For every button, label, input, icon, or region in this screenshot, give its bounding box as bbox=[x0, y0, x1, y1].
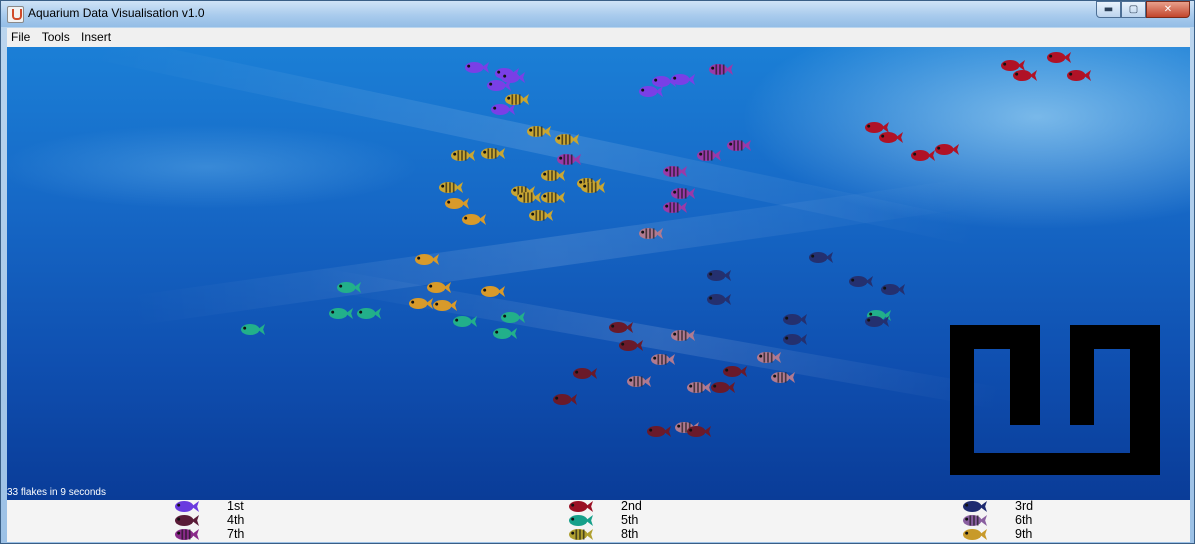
fish-icon bbox=[357, 307, 381, 320]
legend-label: 6th bbox=[1015, 513, 1033, 527]
legend-label: 3rd bbox=[1015, 499, 1034, 513]
fish-icon bbox=[451, 149, 475, 162]
fish-icon bbox=[1067, 69, 1091, 82]
legend-label: 5th bbox=[621, 513, 639, 527]
fish-icon bbox=[487, 79, 511, 92]
fish-icon bbox=[493, 327, 517, 340]
fish-icon bbox=[557, 153, 581, 166]
maximize-button[interactable]: ▢ bbox=[1121, 1, 1146, 18]
fish-icon bbox=[465, 61, 489, 74]
fish-icon bbox=[651, 353, 675, 366]
fish-icon bbox=[569, 500, 593, 513]
status-text: 33 flakes in 9 seconds bbox=[7, 487, 106, 498]
fish-icon bbox=[462, 213, 486, 226]
square-spiral-logo bbox=[950, 325, 1160, 475]
fish-icon bbox=[709, 63, 733, 76]
fish-icon bbox=[175, 500, 199, 513]
fish-icon bbox=[445, 197, 469, 210]
legend-label: 7th bbox=[227, 527, 245, 541]
fish-icon bbox=[671, 187, 695, 200]
window-title: Aquarium Data Visualisation v1.0 bbox=[28, 6, 205, 20]
fish-icon bbox=[573, 367, 597, 380]
fish-icon bbox=[935, 143, 959, 156]
fish-icon bbox=[711, 381, 735, 394]
fish-icon bbox=[963, 514, 987, 527]
fish-icon bbox=[541, 191, 565, 204]
fish-icon bbox=[723, 365, 747, 378]
fish-icon bbox=[963, 500, 987, 513]
fish-icon bbox=[865, 315, 889, 328]
fish-icon bbox=[409, 297, 433, 310]
title-bar[interactable]: Aquarium Data Visualisation v1.0 ▬ ▢ ✕ bbox=[1, 1, 1194, 27]
fish-icon bbox=[627, 375, 651, 388]
fish-icon bbox=[963, 528, 987, 541]
fish-icon bbox=[1047, 51, 1071, 64]
fish-icon bbox=[697, 149, 721, 162]
legend-label: 8th bbox=[621, 527, 639, 541]
fish-icon bbox=[727, 139, 751, 152]
fish-icon bbox=[881, 283, 905, 296]
menu-bar: File Tools Insert bbox=[7, 28, 1190, 47]
fish-icon bbox=[517, 191, 541, 204]
fish-icon bbox=[671, 329, 695, 342]
fish-icon bbox=[569, 528, 593, 541]
legend-label: 2nd bbox=[621, 499, 642, 513]
fish-icon bbox=[757, 351, 781, 364]
fish-icon bbox=[619, 339, 643, 352]
fish-icon bbox=[639, 227, 663, 240]
legend-label: 1st bbox=[227, 499, 244, 513]
fish-icon bbox=[505, 93, 529, 106]
fish-icon bbox=[337, 281, 361, 294]
minimize-button[interactable]: ▬ bbox=[1096, 1, 1121, 18]
fish-icon bbox=[687, 425, 711, 438]
fish-icon bbox=[439, 181, 463, 194]
fish-icon bbox=[453, 315, 477, 328]
fish-icon bbox=[707, 269, 731, 282]
fish-icon bbox=[911, 149, 935, 162]
java-cup-icon[interactable] bbox=[7, 6, 24, 23]
fish-icon bbox=[663, 201, 687, 214]
fish-icon bbox=[783, 333, 807, 346]
fish-icon bbox=[849, 275, 873, 288]
menu-insert[interactable]: Insert bbox=[77, 28, 115, 44]
fish-icon bbox=[527, 125, 551, 138]
fish-icon bbox=[555, 133, 579, 146]
fish-icon bbox=[707, 293, 731, 306]
fish-icon bbox=[609, 321, 633, 334]
legend-panel: 1st 2nd 3rd 4th 5th 6th 7th 8th 9th bbox=[7, 499, 1190, 542]
fish-icon bbox=[663, 165, 687, 178]
fish-icon bbox=[771, 371, 795, 384]
close-button[interactable]: ✕ bbox=[1146, 1, 1190, 18]
fish-icon bbox=[687, 381, 711, 394]
fish-icon bbox=[541, 169, 565, 182]
fish-icon bbox=[501, 311, 525, 324]
fish-icon bbox=[879, 131, 903, 144]
app-window: Aquarium Data Visualisation v1.0 ▬ ▢ ✕ F… bbox=[0, 0, 1195, 544]
legend-label: 9th bbox=[1015, 527, 1033, 541]
fish-icon bbox=[481, 147, 505, 160]
fish-icon bbox=[671, 73, 695, 86]
fish-icon bbox=[809, 251, 833, 264]
fish-icon bbox=[241, 323, 265, 336]
fish-icon bbox=[569, 514, 593, 527]
fish-icon bbox=[329, 307, 353, 320]
fish-icon bbox=[1013, 69, 1037, 82]
fish-icon bbox=[647, 425, 671, 438]
fish-icon bbox=[175, 514, 199, 527]
fish-icon bbox=[433, 299, 457, 312]
fish-icon bbox=[581, 181, 605, 194]
fish-icon bbox=[481, 285, 505, 298]
window-controls: ▬ ▢ ✕ bbox=[1096, 1, 1190, 19]
legend-label: 4th bbox=[227, 513, 245, 527]
fish-icon bbox=[175, 528, 199, 541]
fish-icon bbox=[553, 393, 577, 406]
aquarium-canvas[interactable]: 33 flakes in 9 seconds bbox=[7, 47, 1190, 500]
menu-tools[interactable]: Tools bbox=[38, 28, 74, 44]
fish-icon bbox=[783, 313, 807, 326]
fish-icon bbox=[529, 209, 553, 222]
fish-icon bbox=[427, 281, 451, 294]
menu-file[interactable]: File bbox=[7, 28, 34, 44]
fish-icon bbox=[415, 253, 439, 266]
